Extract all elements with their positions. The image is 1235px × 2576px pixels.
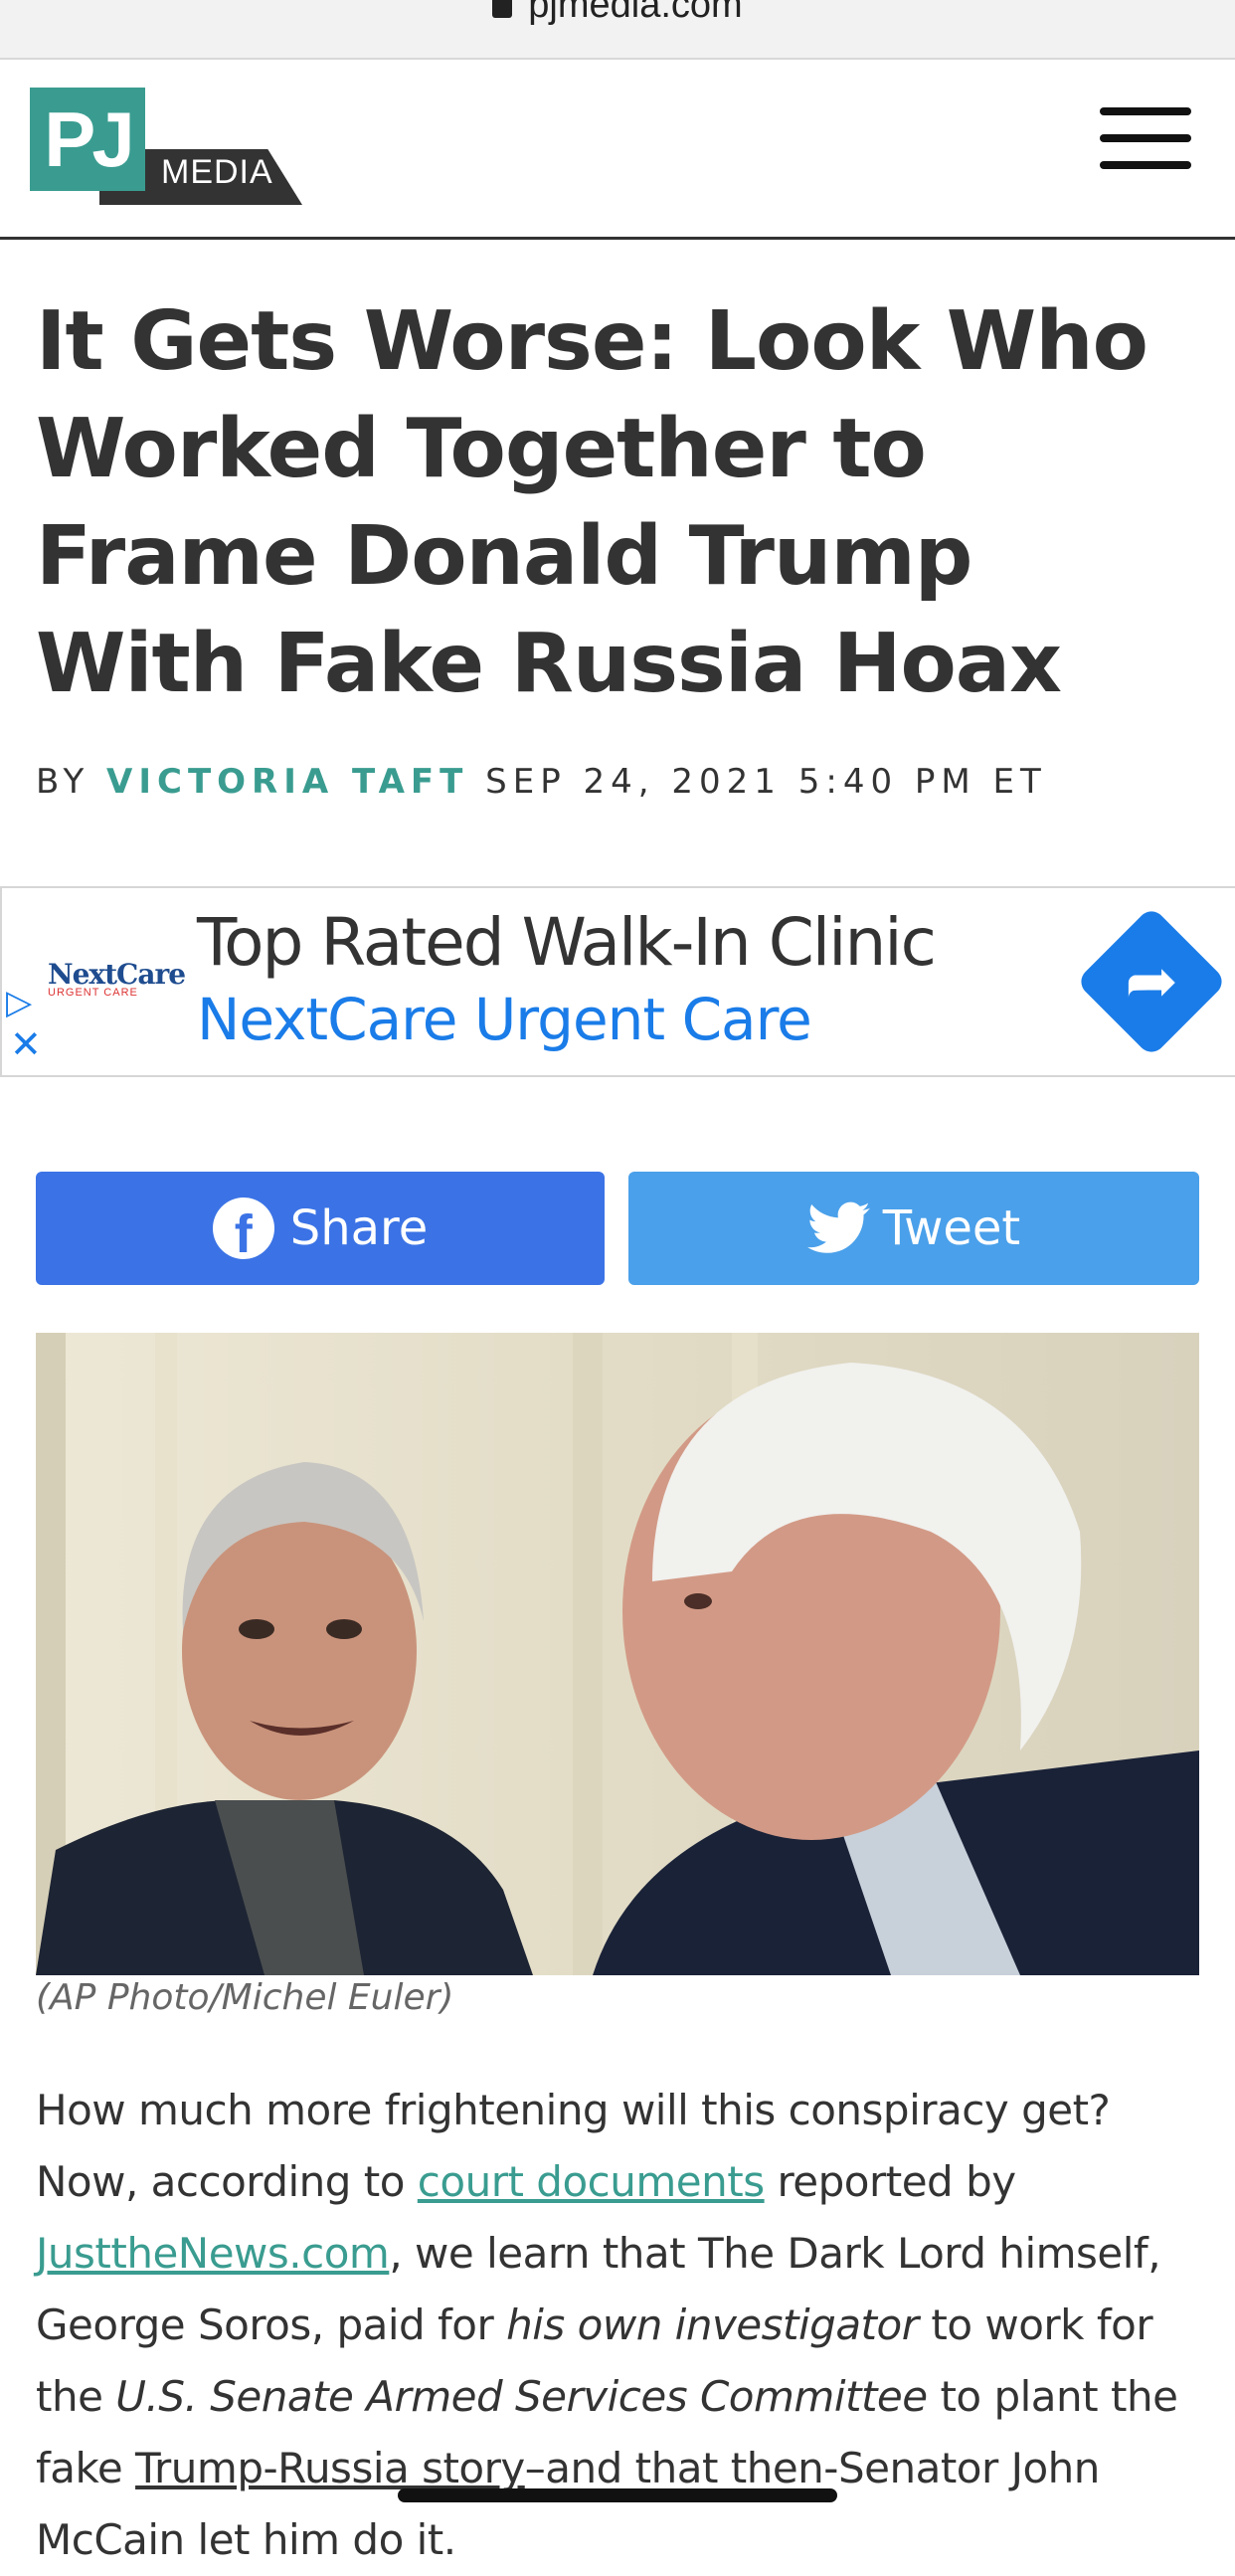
twitter-tweet-button[interactable]: Tweet <box>628 1172 1199 1285</box>
photo-caption: (AP Photo/Michel Euler) <box>36 1977 454 2018</box>
url-display[interactable]: pjmedia.com <box>0 0 1235 27</box>
site-header: PJ MEDIA <box>0 60 1235 240</box>
byline-prefix: BY <box>36 762 90 802</box>
twitter-tweet-label: Tweet <box>882 1200 1021 1256</box>
body-emphasis: U.S. Senate Armed Services Committee <box>115 2372 928 2421</box>
facebook-icon: f <box>212 1197 274 1259</box>
justthenews-link[interactable]: JusttheNews.com <box>36 2229 390 2278</box>
body-text: Now, according to <box>36 2157 418 2206</box>
body-emphasis: his own investigator <box>506 2300 919 2349</box>
court-documents-link[interactable]: court documents <box>418 2157 765 2206</box>
twitter-icon <box>806 1201 870 1253</box>
ad-subtitle[interactable]: NextCare Urgent Care <box>197 986 812 1053</box>
trump-russia-link[interactable]: Trump-Russia story <box>135 2444 525 2492</box>
browser-url-bar[interactable]: pjmedia.com <box>0 0 1235 60</box>
facebook-share-button[interactable]: f Share <box>36 1172 605 1285</box>
adchoices-icon[interactable]: ▷ <box>6 986 32 1019</box>
article-headline: It Gets Worse: Look Who Worked Together … <box>36 294 1148 711</box>
lock-icon <box>492 0 513 18</box>
article-date: SEP 24, 2021 5:40 PM ET <box>485 762 1047 802</box>
arrow-right-icon: ➦ <box>1125 945 1178 1018</box>
ad-logo: NextCare URGENT CARE <box>48 958 186 999</box>
site-logo[interactable]: PJ MEDIA <box>30 88 302 209</box>
url-text: pjmedia.com <box>528 0 743 26</box>
menu-icon[interactable] <box>1100 107 1191 177</box>
ad-title[interactable]: Top Rated Walk-In Clinic <box>197 904 937 981</box>
logo-mark: PJ <box>30 88 145 191</box>
article-photo <box>36 1333 1199 1975</box>
logo-word: MEDIA <box>161 153 273 191</box>
photo-illustration <box>36 1333 1199 1975</box>
facebook-share-label: Share <box>289 1200 429 1256</box>
body-text: How much more frightening will this cons… <box>36 2086 1111 2134</box>
ad-close-icon[interactable]: ✕ <box>10 1025 42 1063</box>
ad-banner[interactable]: NextCare URGENT CARE Top Rated Walk-In C… <box>0 886 1235 1077</box>
home-indicator[interactable] <box>398 2488 837 2502</box>
article-byline: BY VICTORIA TAFT SEP 24, 2021 5:40 PM ET <box>36 762 1047 802</box>
author-link[interactable]: VICTORIA TAFT <box>106 762 468 802</box>
body-text: reported by <box>764 2157 1016 2206</box>
